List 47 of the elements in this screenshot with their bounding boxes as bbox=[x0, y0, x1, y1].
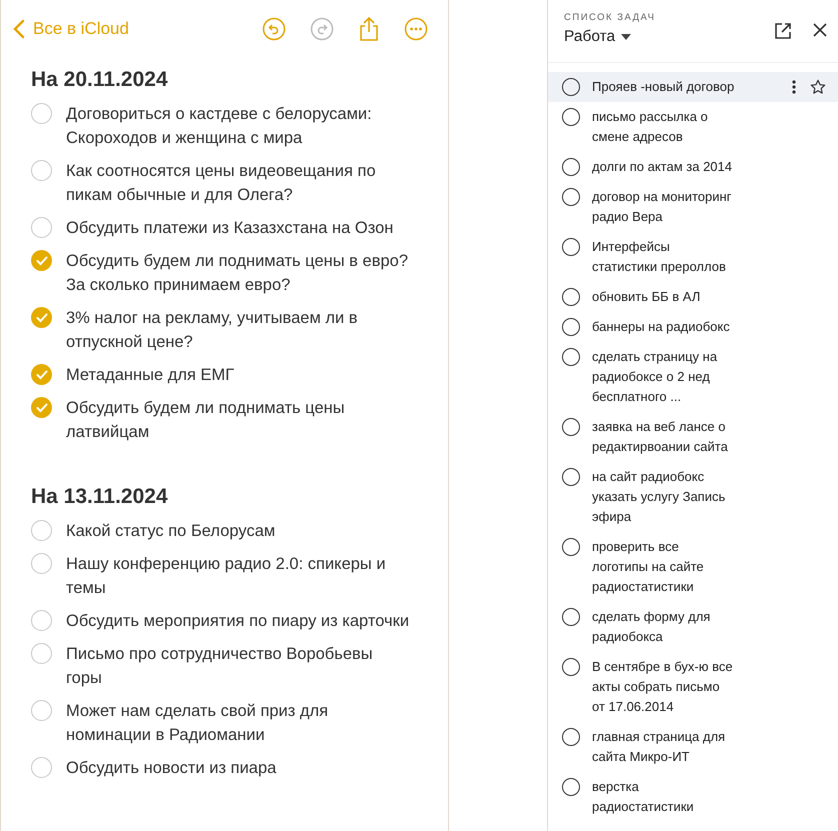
section-heading: На 13.11.2024 bbox=[31, 485, 169, 509]
checklist-item: Нашу конференцию радио 2.0: спикеры и темы bbox=[66, 554, 387, 599]
task-row[interactable]: главная страница для сайта Микро-ИТ bbox=[548, 722, 838, 772]
task-title: договор на мониторинг радио Вера bbox=[592, 188, 732, 226]
task-row[interactable]: Прояев -новый договор bbox=[548, 72, 838, 102]
checklist-item: Обсудить будем ли поднимать цены в евро? За сколько принимаем евро? bbox=[66, 251, 410, 296]
section-heading: На 20.11.2024 bbox=[31, 68, 169, 92]
task-row[interactable]: на сайт радиобокс указать услугу Запись эфира bbox=[548, 462, 838, 532]
task-title: сделать страницу на радиобоксе о 2 нед бесплатного ... bbox=[592, 348, 718, 406]
checklist-item: Обсудить платежи из Казазхстана на Озон bbox=[66, 218, 394, 239]
task-row[interactable]: сделать страницу на радиобоксе о 2 нед бесплатного ... bbox=[548, 342, 838, 412]
checklist-item: Письмо про сотрудничество Воробьевы горы bbox=[66, 644, 374, 689]
task-title: сделать форму для радиобокса bbox=[592, 608, 712, 646]
checklist-item: Может нам сделать свой приз для номинации в Радиомании bbox=[66, 701, 330, 746]
list-dropdown[interactable]: Работа bbox=[564, 28, 632, 46]
task-row[interactable]: В сентябре в бух-ю все акты собрать письмо от 17.06.2014 bbox=[548, 652, 838, 722]
panel-caption: СПИСОК ЗАДАЧ bbox=[564, 12, 656, 23]
task-row[interactable]: заявка на веб лансе о редактирвоании сайта bbox=[548, 412, 838, 462]
task-row[interactable]: верстка радиостатистики bbox=[548, 772, 838, 822]
task-row[interactable]: обновить ББ в АЛ bbox=[548, 282, 838, 312]
task-title: письмо рассылка о смене адресов bbox=[592, 108, 709, 146]
task-row[interactable]: договор на мониторинг радио Вера bbox=[548, 182, 838, 232]
task-row[interactable]: проверить все логотипы на сайте радиостатистики bbox=[548, 532, 838, 602]
task-title: В сентябре в бух-ю все акты собрать письмо от 17.06.2014 bbox=[592, 658, 734, 716]
checklist-item: Договориться о кастдеве с белорусами: Скороходов и женщина с мира bbox=[66, 104, 373, 149]
task-title: долги по актам за 2014 bbox=[592, 158, 733, 176]
checklist-item: Обсудить новости из пиара bbox=[66, 758, 278, 779]
task-row[interactable]: баннеры на радиобокс bbox=[548, 312, 838, 342]
task-title: обновить ББ в АЛ bbox=[592, 288, 702, 306]
checklist-item: Обсудить будем ли поднимать цены латвийцам bbox=[66, 398, 346, 443]
task-title: верстка радиостатистики bbox=[592, 778, 695, 816]
task-title: заявка на веб лансе о редактирвоании сайта bbox=[592, 418, 729, 456]
checklist-item: Метаданные для ЕМГ bbox=[66, 365, 236, 386]
task-title: главная страница для сайта Микро-ИТ bbox=[592, 728, 726, 766]
checklist-item: Обсудить мероприятия по пиару из карточки bbox=[66, 611, 410, 632]
checklist-item: 3% налог на рекламу, учитываем ли в отпускной цене? bbox=[66, 308, 359, 353]
task-row[interactable]: письмо рассылка о смене адресов bbox=[548, 102, 838, 152]
task-row[interactable]: долги по актам за 2014 bbox=[548, 152, 838, 182]
checklist-item: Какой статус по Белорусам bbox=[66, 521, 276, 542]
task-title: проверить все логотипы на сайте радиостатистики bbox=[592, 538, 705, 596]
task-row[interactable]: сделать форму для радиобокса bbox=[548, 602, 838, 652]
task-title: Интерфейсы статистики прероллов bbox=[592, 238, 727, 276]
checklist-item: Как соотносятся цены видеовещания по пикам обычные и для Олега? bbox=[66, 161, 377, 206]
task-row[interactable]: Интерфейсы статистики прероллов bbox=[548, 232, 838, 282]
task-title: на сайт радиобокс указать услугу Запись эфира bbox=[592, 468, 726, 526]
task-title: Прояев -новый договор bbox=[592, 78, 736, 96]
task-title: баннеры на радиобокс bbox=[592, 318, 731, 336]
